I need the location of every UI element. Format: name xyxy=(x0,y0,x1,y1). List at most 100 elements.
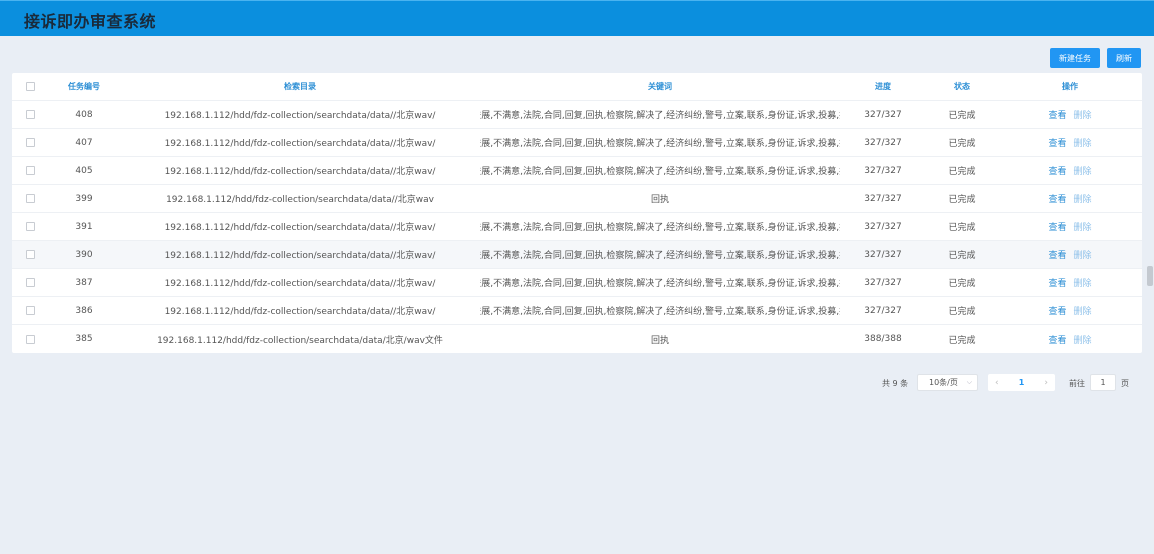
column-header-actions: 操作 xyxy=(1062,82,1078,91)
row-checkbox[interactable] xyxy=(25,194,35,203)
page-scrollbar-thumb[interactable] xyxy=(1147,266,1153,286)
delete-link[interactable]: 删除 xyxy=(1074,108,1092,121)
keywords: 案情进展,不满意,法院,合同,回复,回执,检察院,解决了,经济纠纷,警号,立案,… xyxy=(480,223,840,233)
goto-page-input[interactable]: 1 xyxy=(1090,374,1116,391)
row-checkbox[interactable] xyxy=(25,334,35,344)
row-checkbox[interactable] xyxy=(25,278,35,287)
keywords: 案情进展,不满意,法院,合同,回复,回执,检察院,解决了,经济纠纷,警号,立案,… xyxy=(480,111,840,121)
view-link[interactable]: 查看 xyxy=(1048,192,1066,205)
task-id: 407 xyxy=(75,137,93,148)
goto-prefix: 前往 xyxy=(1069,379,1085,388)
keywords: 回执 xyxy=(650,335,669,346)
view-link[interactable]: 查看 xyxy=(1048,276,1066,289)
search-path: 192.168.1.112/hdd/fdz-collection/searchd… xyxy=(164,111,436,121)
task-id: 399 xyxy=(75,193,93,204)
row-select-cell[interactable] xyxy=(12,297,48,324)
row-checkbox[interactable] xyxy=(25,222,35,231)
table-row: 385 192.168.1.112/hdd/fdz-collection/sea… xyxy=(12,325,1142,353)
row-select-cell[interactable] xyxy=(12,241,48,268)
keywords: 回执 xyxy=(650,195,669,205)
delete-link[interactable]: 删除 xyxy=(1074,276,1092,289)
delete-link[interactable]: 删除 xyxy=(1074,333,1092,346)
row-actions: 查看 删除 xyxy=(998,241,1142,268)
row-checkbox[interactable] xyxy=(25,250,35,259)
row-select-cell[interactable] xyxy=(12,101,48,128)
task-id: 408 xyxy=(75,109,93,120)
progress: 327/327 xyxy=(864,221,902,232)
status: 已完成 xyxy=(948,279,976,289)
search-path: 192.168.1.112/hdd/fdz-collection/searchd… xyxy=(164,251,436,261)
refresh-button[interactable]: 刷新 xyxy=(1107,48,1141,68)
table-header-row: 任务编号 检索目录 关键词 进度 状态 操作 xyxy=(12,73,1142,101)
delete-link[interactable]: 删除 xyxy=(1074,192,1092,205)
column-header-path: 检索目录 xyxy=(284,82,316,91)
keywords: 案情进展,不满意,法院,合同,回复,回执,检察院,解决了,经济纠纷,警号,立案,… xyxy=(480,279,840,289)
column-header-id: 任务编号 xyxy=(68,82,100,91)
progress: 327/327 xyxy=(864,137,902,148)
view-link[interactable]: 查看 xyxy=(1048,220,1066,233)
keywords: 案情进展,不满意,法院,合同,回复,回执,检察院,解决了,经济纠纷,警号,立案,… xyxy=(480,167,840,177)
select-all-cell[interactable] xyxy=(12,73,48,100)
status: 已完成 xyxy=(948,139,976,149)
keywords: 案情进展,不满意,法院,合同,回复,回执,检察院,解决了,经济纠纷,警号,立案,… xyxy=(480,139,840,149)
task-id: 386 xyxy=(75,305,93,316)
row-select-cell[interactable] xyxy=(12,269,48,296)
column-header-progress: 进度 xyxy=(875,82,891,91)
table-row: 405 192.168.1.112/hdd/fdz-collection/sea… xyxy=(12,157,1142,185)
task-id: 387 xyxy=(75,277,93,288)
app-header: 接诉即办审查系统 xyxy=(0,0,1154,36)
page-size-value: 10条/页 xyxy=(929,378,958,387)
page-size-select[interactable]: 10条/页 ⌵ xyxy=(917,374,978,391)
table-row: 407 192.168.1.112/hdd/fdz-collection/sea… xyxy=(12,129,1142,157)
delete-link[interactable]: 删除 xyxy=(1074,248,1092,261)
search-path: 192.168.1.112/hdd/fdz-collection/searchd… xyxy=(164,139,436,149)
view-link[interactable]: 查看 xyxy=(1048,333,1066,346)
progress: 327/327 xyxy=(864,305,902,316)
row-select-cell[interactable] xyxy=(12,325,48,353)
row-actions: 查看 删除 xyxy=(998,213,1142,240)
chevron-left-icon[interactable]: ‹ xyxy=(995,378,999,388)
table-row: 399 192.168.1.112/hdd/fdz-collection/sea… xyxy=(12,185,1142,213)
row-select-cell[interactable] xyxy=(12,129,48,156)
search-path: 192.168.1.112/hdd/fdz-collection/searchd… xyxy=(164,307,436,317)
progress: 327/327 xyxy=(864,165,902,176)
row-select-cell[interactable] xyxy=(12,213,48,240)
delete-link[interactable]: 删除 xyxy=(1074,136,1092,149)
delete-link[interactable]: 删除 xyxy=(1074,164,1092,177)
column-header-keywords: 关键词 xyxy=(648,82,672,91)
row-select-cell[interactable] xyxy=(12,157,48,184)
search-path: 192.168.1.112/hdd/fdz-collection/searchd… xyxy=(164,279,436,289)
status: 已完成 xyxy=(948,223,976,233)
task-table: 任务编号 检索目录 关键词 进度 状态 操作 408 192.168.1.112… xyxy=(12,73,1142,353)
status: 已完成 xyxy=(948,195,976,205)
task-id: 390 xyxy=(75,249,93,260)
delete-link[interactable]: 删除 xyxy=(1074,220,1092,233)
view-link[interactable]: 查看 xyxy=(1048,108,1066,121)
chevron-right-icon[interactable]: › xyxy=(1044,378,1048,388)
view-link[interactable]: 查看 xyxy=(1048,248,1066,261)
row-checkbox[interactable] xyxy=(25,306,35,315)
row-checkbox[interactable] xyxy=(25,110,35,119)
row-actions: 查看 删除 xyxy=(998,101,1142,128)
table-row: 408 192.168.1.112/hdd/fdz-collection/sea… xyxy=(12,101,1142,129)
progress: 327/327 xyxy=(864,277,902,288)
search-path: 192.168.1.112/hdd/fdz-collection/searchd… xyxy=(164,223,436,233)
table-row: 386 192.168.1.112/hdd/fdz-collection/sea… xyxy=(12,297,1142,325)
row-checkbox[interactable] xyxy=(25,138,35,147)
keywords: 案情进展,不满意,法院,合同,回复,回执,检察院,解决了,经济纠纷,警号,立案,… xyxy=(480,307,840,317)
new-task-button[interactable]: 新建任务 xyxy=(1050,48,1100,68)
view-link[interactable]: 查看 xyxy=(1048,164,1066,177)
goto-suffix: 页 xyxy=(1121,379,1129,388)
row-select-cell[interactable] xyxy=(12,185,48,212)
table-row: 387 192.168.1.112/hdd/fdz-collection/sea… xyxy=(12,269,1142,297)
delete-link[interactable]: 删除 xyxy=(1074,304,1092,317)
pagination-total: 共 9 条 xyxy=(882,379,909,388)
column-header-status: 状态 xyxy=(954,82,970,91)
task-id: 405 xyxy=(75,165,93,176)
row-checkbox[interactable] xyxy=(25,166,35,175)
view-link[interactable]: 查看 xyxy=(1048,136,1066,149)
current-page-number[interactable]: 1 xyxy=(1019,378,1025,387)
view-link[interactable]: 查看 xyxy=(1048,304,1066,317)
status: 已完成 xyxy=(948,335,976,346)
select-all-checkbox[interactable] xyxy=(25,82,35,91)
